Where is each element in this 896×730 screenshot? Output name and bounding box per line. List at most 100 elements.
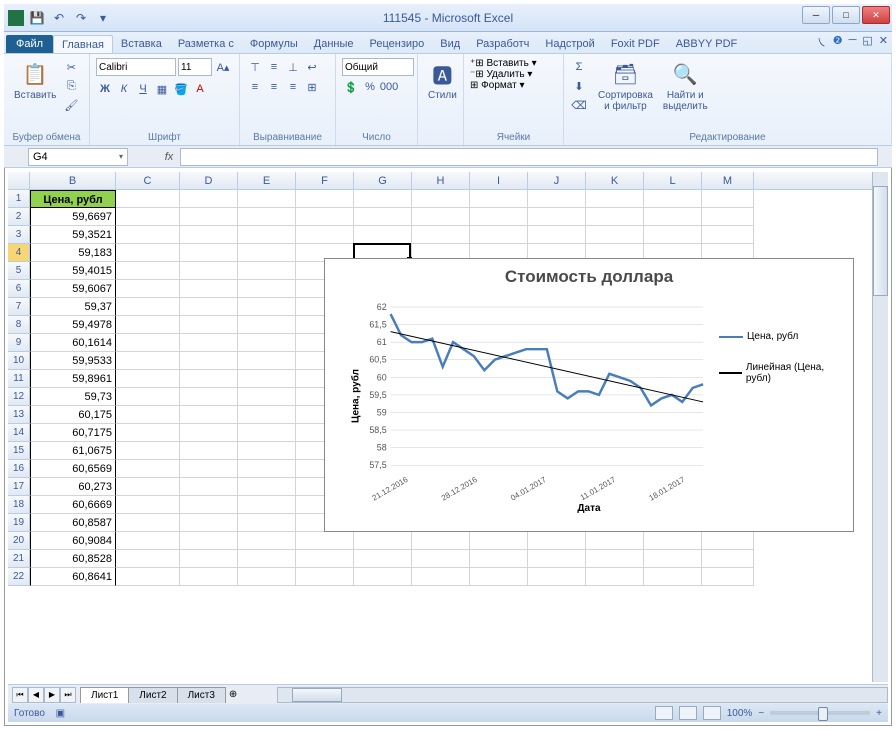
hscroll-thumb[interactable] xyxy=(292,688,342,702)
cells-format-button[interactable]: ⊞ Формат ▾ xyxy=(470,80,525,91)
percent-icon[interactable]: % xyxy=(361,78,379,96)
cell-J2[interactable] xyxy=(528,208,586,226)
cell-C16[interactable] xyxy=(116,460,180,478)
cell-J21[interactable] xyxy=(528,550,586,568)
cell-G22[interactable] xyxy=(354,568,412,586)
row-header[interactable]: 18 xyxy=(8,496,30,514)
cell-E7[interactable] xyxy=(238,298,296,316)
cell-E20[interactable] xyxy=(238,532,296,550)
col-header-H[interactable]: H xyxy=(412,172,470,189)
cell-C5[interactable] xyxy=(116,262,180,280)
zoom-in-icon[interactable]: + xyxy=(876,708,882,719)
row-header[interactable]: 6 xyxy=(8,280,30,298)
cell-M22[interactable] xyxy=(702,568,754,586)
minimize-button[interactable]: ─ xyxy=(802,6,830,24)
vertical-scrollbar[interactable] xyxy=(872,172,888,682)
cell-D3[interactable] xyxy=(180,226,238,244)
cell-E9[interactable] xyxy=(238,334,296,352)
align-left-icon[interactable]: ≡ xyxy=(246,78,264,96)
row-header[interactable]: 13 xyxy=(8,406,30,424)
cell-C21[interactable] xyxy=(116,550,180,568)
cell-D13[interactable] xyxy=(180,406,238,424)
col-header-E[interactable]: E xyxy=(238,172,296,189)
cell-H3[interactable] xyxy=(412,226,470,244)
cell-M1[interactable] xyxy=(702,190,754,208)
cell-C11[interactable] xyxy=(116,370,180,388)
cell-D9[interactable] xyxy=(180,334,238,352)
cell-D15[interactable] xyxy=(180,442,238,460)
paste-button[interactable]: 📋 Вставить xyxy=(10,58,60,103)
row-header[interactable]: 15 xyxy=(8,442,30,460)
col-header-C[interactable]: C xyxy=(116,172,180,189)
copy-icon[interactable]: ⎘ xyxy=(62,77,80,95)
cell-B8[interactable]: 59,4978 xyxy=(30,316,116,334)
cell-L2[interactable] xyxy=(644,208,702,226)
save-icon[interactable]: 💾 xyxy=(28,9,46,27)
tab-рецензиро[interactable]: Рецензиро xyxy=(362,35,433,53)
format-painter-icon[interactable]: 🖌 xyxy=(62,96,80,114)
cell-E16[interactable] xyxy=(238,460,296,478)
vscroll-thumb[interactable] xyxy=(873,186,888,296)
cell-C19[interactable] xyxy=(116,514,180,532)
cells-insert-button[interactable]: ⁺⊞ Вставить ▾ xyxy=(470,58,537,69)
cell-K22[interactable] xyxy=(586,568,644,586)
qat-more-icon[interactable]: ▾ xyxy=(94,9,112,27)
cell-D2[interactable] xyxy=(180,208,238,226)
cell-C1[interactable] xyxy=(116,190,180,208)
cell-F1[interactable] xyxy=(296,190,354,208)
currency-icon[interactable]: 💲 xyxy=(342,78,360,96)
cell-B19[interactable]: 60,8587 xyxy=(30,514,116,532)
sheet-nav-0[interactable]: ⏮ xyxy=(12,687,28,703)
row-header[interactable]: 5 xyxy=(8,262,30,280)
cell-E8[interactable] xyxy=(238,316,296,334)
cell-C8[interactable] xyxy=(116,316,180,334)
cell-B5[interactable]: 59,4015 xyxy=(30,262,116,280)
cell-D22[interactable] xyxy=(180,568,238,586)
col-header-L[interactable]: L xyxy=(644,172,702,189)
view-break-icon[interactable] xyxy=(703,706,721,720)
cell-E21[interactable] xyxy=(238,550,296,568)
underline-button[interactable]: Ч xyxy=(134,80,152,98)
cell-C6[interactable] xyxy=(116,280,180,298)
cell-E3[interactable] xyxy=(238,226,296,244)
cell-C3[interactable] xyxy=(116,226,180,244)
cell-H1[interactable] xyxy=(412,190,470,208)
tab-разработч[interactable]: Разработч xyxy=(468,35,537,53)
sheet-nav-3[interactable]: ⏭ xyxy=(60,687,76,703)
autosum-icon[interactable]: Σ xyxy=(570,58,588,76)
cell-K21[interactable] xyxy=(586,550,644,568)
cell-D10[interactable] xyxy=(180,352,238,370)
col-header-B[interactable]: B xyxy=(30,172,116,189)
cell-F3[interactable] xyxy=(296,226,354,244)
cell-E18[interactable] xyxy=(238,496,296,514)
cell-B11[interactable]: 59,8961 xyxy=(30,370,116,388)
close-button[interactable]: ✕ xyxy=(862,6,890,24)
cell-L20[interactable] xyxy=(644,532,702,550)
font-size-combo[interactable]: 11 xyxy=(178,58,212,76)
number-format-combo[interactable]: Общий xyxy=(342,58,414,76)
cell-D18[interactable] xyxy=(180,496,238,514)
sheet-tab-Лист2[interactable]: Лист2 xyxy=(128,687,177,703)
sort-filter-button[interactable]: 🗃 Сортировка и фильтр xyxy=(594,58,657,114)
align-right-icon[interactable]: ≡ xyxy=(284,78,302,96)
row-header[interactable]: 3 xyxy=(8,226,30,244)
cell-B17[interactable]: 60,273 xyxy=(30,478,116,496)
cell-L22[interactable] xyxy=(644,568,702,586)
macro-record-icon[interactable]: ▣ xyxy=(56,708,65,719)
cell-L21[interactable] xyxy=(644,550,702,568)
cell-C7[interactable] xyxy=(116,298,180,316)
cell-C18[interactable] xyxy=(116,496,180,514)
cell-D12[interactable] xyxy=(180,388,238,406)
cell-B12[interactable]: 59,73 xyxy=(30,388,116,406)
row-header[interactable]: 14 xyxy=(8,424,30,442)
doc-minimize-icon[interactable]: ─ xyxy=(849,34,857,50)
horizontal-scrollbar[interactable] xyxy=(277,687,888,703)
row-header[interactable]: 21 xyxy=(8,550,30,568)
tab-формулы[interactable]: Формулы xyxy=(242,35,306,53)
zoom-out-icon[interactable]: − xyxy=(758,708,764,719)
col-header-K[interactable]: K xyxy=(586,172,644,189)
cell-B4[interactable]: 59,183 xyxy=(30,244,116,262)
cell-B6[interactable]: 59,6067 xyxy=(30,280,116,298)
cell-C10[interactable] xyxy=(116,352,180,370)
cell-F2[interactable] xyxy=(296,208,354,226)
